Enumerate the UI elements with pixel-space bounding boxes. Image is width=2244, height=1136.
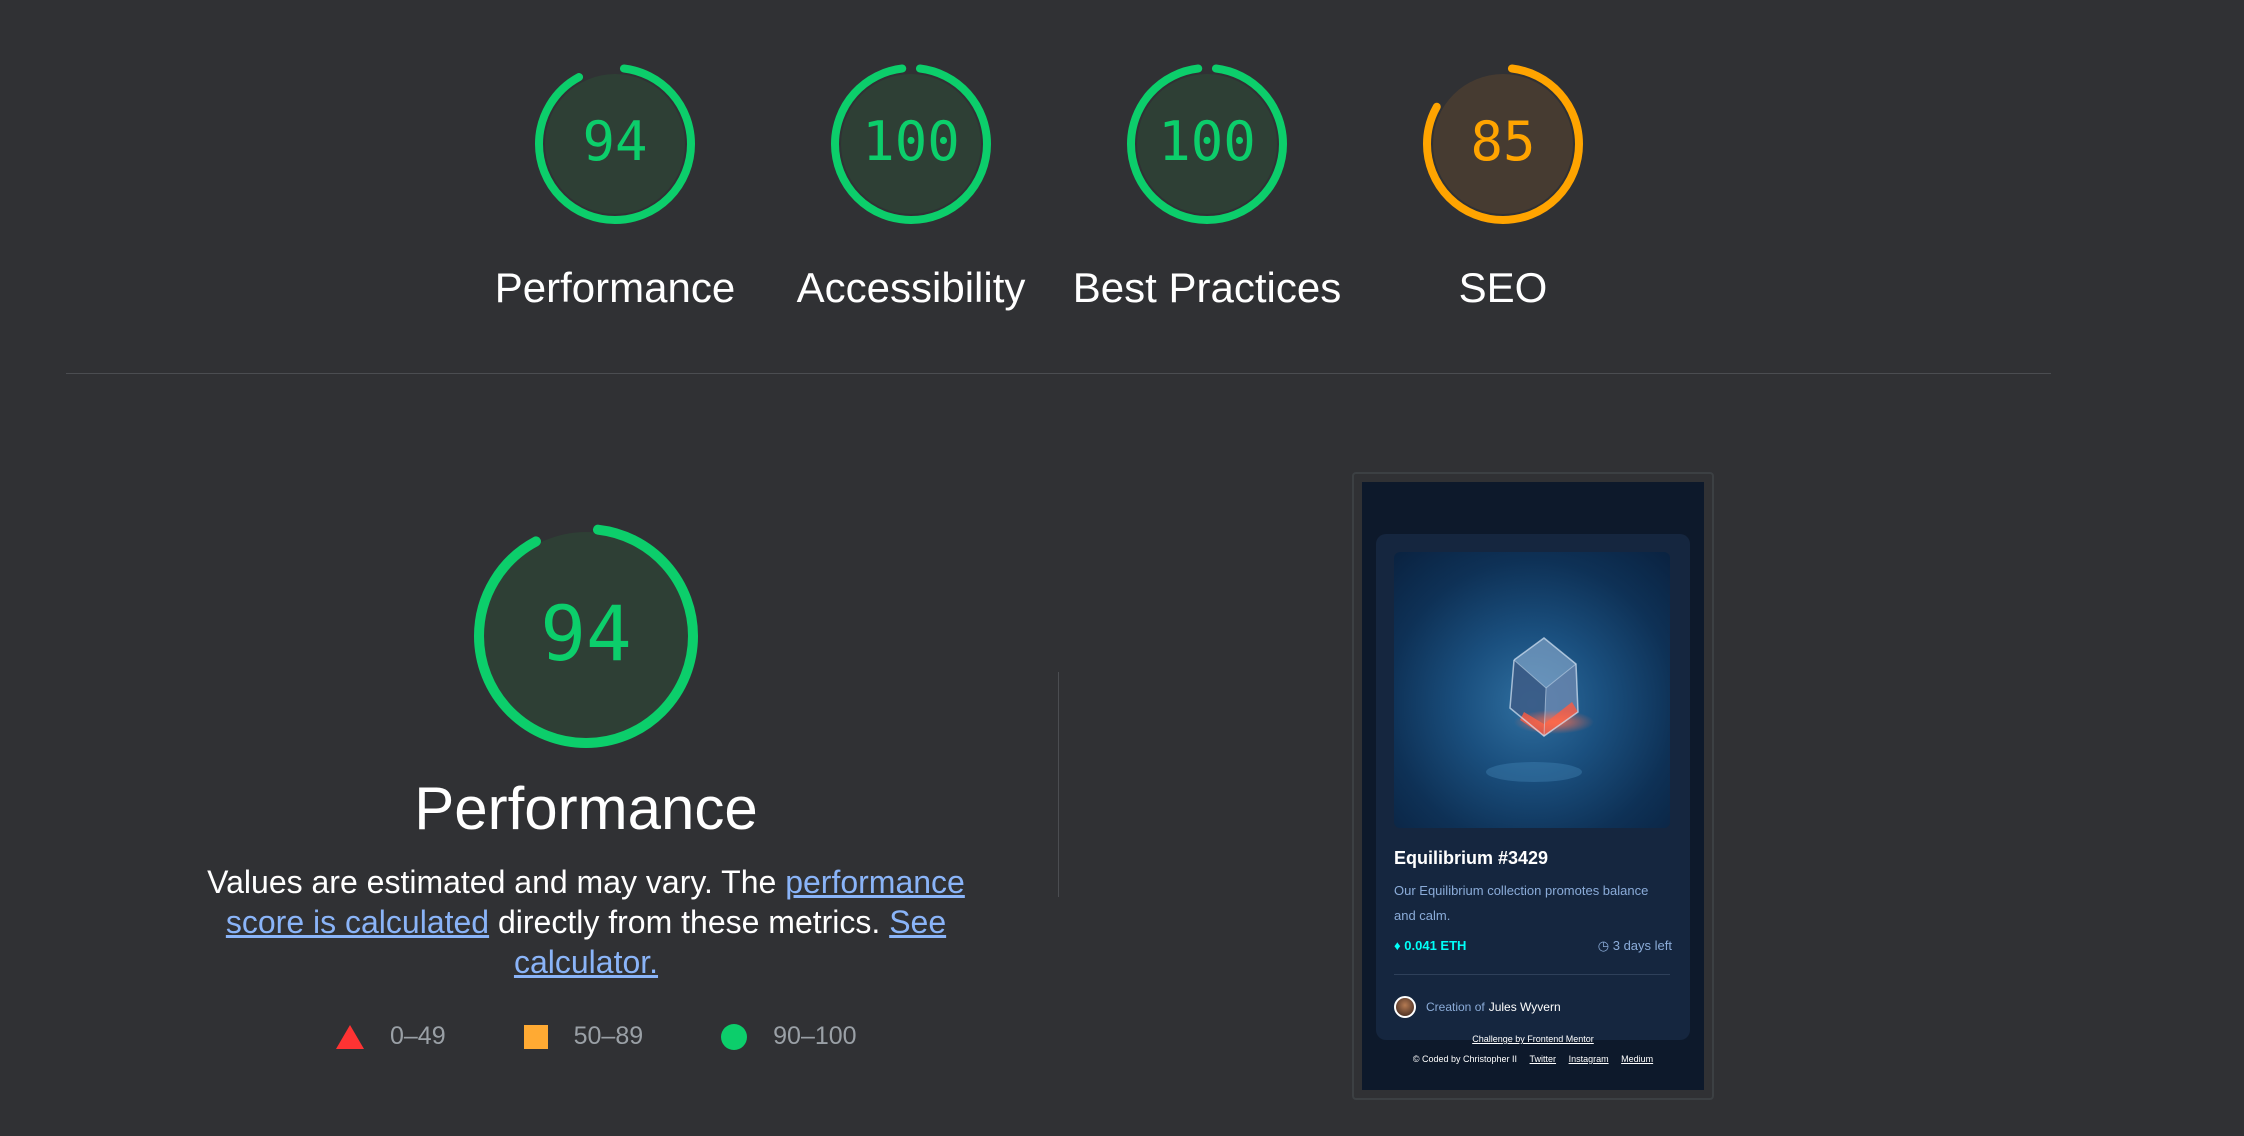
score-legend: 0–49 50–89 90–100 bbox=[336, 1022, 935, 1051]
price-value: 0.041 ETH bbox=[1404, 938, 1467, 953]
ethereum-icon: ♦ bbox=[1394, 938, 1401, 953]
legend-label: 90–100 bbox=[773, 1022, 857, 1050]
section-divider bbox=[66, 373, 2051, 374]
gauge-ring: 94 bbox=[474, 524, 698, 748]
cube-illustration bbox=[1486, 637, 1594, 782]
attribution-challenge: Challenge by Frontend Mentor bbox=[1362, 1034, 1704, 1044]
card-days-left: ◷ 3 days left bbox=[1598, 938, 1672, 954]
score-seo[interactable]: 85 SEO bbox=[1413, 64, 1593, 312]
performance-gauge: 94 bbox=[470, 520, 702, 757]
instagram-link[interactable]: Instagram bbox=[1569, 1054, 1609, 1064]
coded-by: © Coded by Christopher II bbox=[1412, 1054, 1518, 1064]
score-value: 100 bbox=[1158, 110, 1256, 173]
score-label: SEO bbox=[1458, 264, 1548, 311]
nft-card: Equilibrium #3429 Our Equilibrium collec… bbox=[1376, 534, 1690, 1040]
triangle-icon bbox=[336, 1024, 364, 1049]
score-label: Performance bbox=[494, 264, 736, 311]
score-value: 94 bbox=[582, 110, 647, 173]
performance-title: Performance bbox=[414, 775, 758, 842]
twitter-link[interactable]: Twitter bbox=[1530, 1054, 1557, 1064]
score-label: Best Practices bbox=[1072, 264, 1342, 311]
gauge-ring: 94 bbox=[535, 64, 695, 224]
score-value: 100 bbox=[862, 110, 960, 173]
avatar bbox=[1394, 996, 1416, 1018]
attribution-coded: © Coded by Christopher II Twitter Instag… bbox=[1362, 1054, 1704, 1064]
clock-icon: ◷ bbox=[1597, 938, 1610, 953]
score-value: 85 bbox=[1470, 110, 1535, 173]
circle-icon bbox=[721, 1023, 748, 1050]
score-label: Accessibility bbox=[796, 264, 1026, 311]
card-price: ♦ 0.041 ETH bbox=[1394, 938, 1466, 953]
days-value: 3 days left bbox=[1612, 938, 1672, 953]
gauge-ring: 100 bbox=[1127, 64, 1287, 224]
score-performance[interactable]: 94 Performance bbox=[495, 64, 735, 312]
vertical-separator bbox=[1058, 672, 1059, 897]
performance-score: 94 bbox=[540, 589, 632, 678]
medium-link[interactable]: Medium bbox=[1621, 1054, 1653, 1064]
final-screenshot[interactable]: Equilibrium #3429 Our Equilibrium collec… bbox=[1352, 472, 1714, 1100]
legend-fail: 0–49 bbox=[336, 1022, 446, 1051]
card-title: Equilibrium #3429 bbox=[1394, 848, 1549, 868]
legend-label: 50–89 bbox=[573, 1022, 644, 1050]
creator-name: Jules Wyvern bbox=[1488, 1000, 1561, 1014]
screenshot-viewport: Equilibrium #3429 Our Equilibrium collec… bbox=[1362, 482, 1704, 1090]
square-icon bbox=[523, 1024, 548, 1049]
legend-label: 0–49 bbox=[390, 1022, 446, 1050]
card-creator: Creation of Jules Wyvern bbox=[1394, 996, 1561, 1018]
legend-pass: 90–100 bbox=[721, 1022, 857, 1051]
desc-text: directly from these metrics. bbox=[489, 904, 890, 940]
score-best-practices[interactable]: 100 Best Practices bbox=[1073, 64, 1341, 312]
nft-image bbox=[1394, 552, 1670, 828]
gauge-ring: 100 bbox=[831, 64, 991, 224]
performance-description: Values are estimated and may vary. The p… bbox=[200, 862, 972, 982]
legend-average: 50–89 bbox=[523, 1022, 644, 1051]
desc-text: Values are estimated and may vary. The bbox=[207, 864, 786, 900]
card-description: Our Equilibrium collection promotes bala… bbox=[1394, 883, 1649, 923]
score-accessibility[interactable]: 100 Accessibility bbox=[797, 64, 1025, 312]
creation-prefix: Creation of bbox=[1426, 1000, 1485, 1014]
challenge-link[interactable]: Challenge by Frontend Mentor bbox=[1472, 1034, 1594, 1044]
card-divider bbox=[1394, 974, 1670, 975]
gauge-ring: 85 bbox=[1423, 64, 1583, 224]
